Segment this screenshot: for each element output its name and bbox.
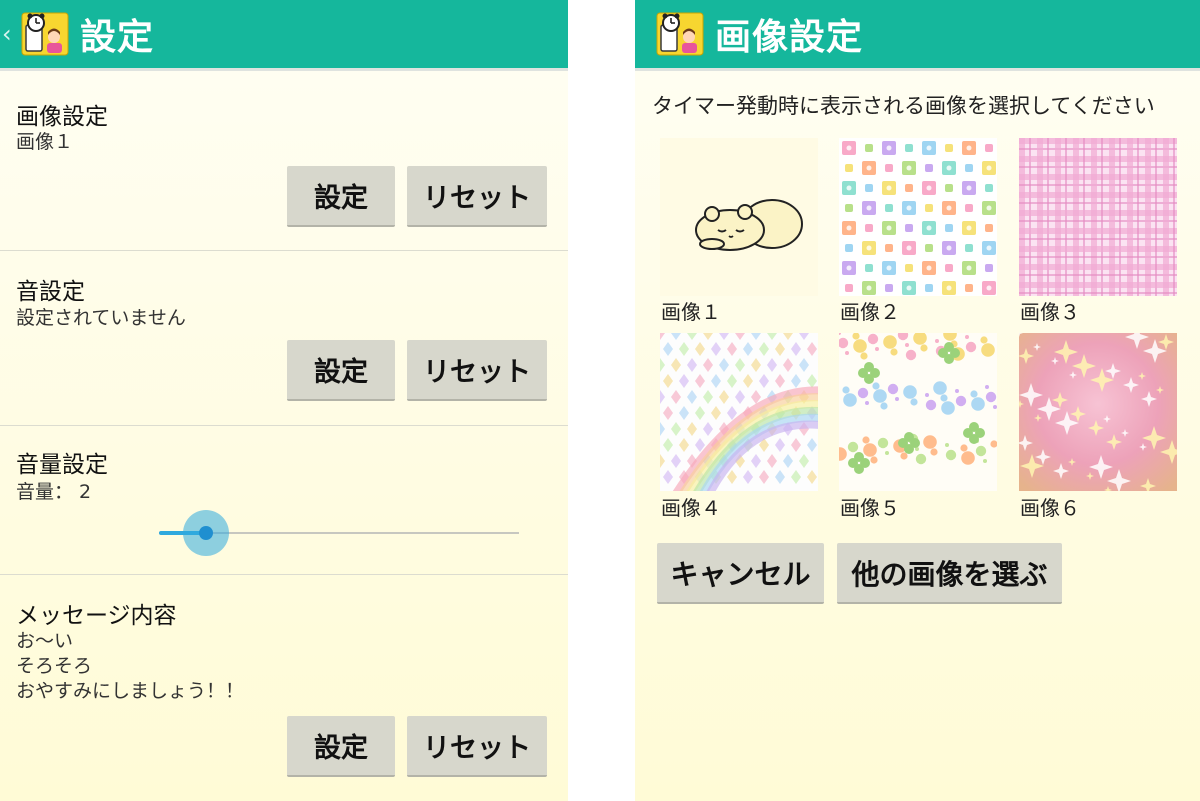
page-title: 設定 [80,17,155,58]
image-option-4[interactable] [660,333,818,491]
image-setting-section: 画像設定 画像１ 設定 リセット [0,71,568,251]
image-option-2[interactable] [839,138,997,296]
alarm-clock-app-icon[interactable] [655,11,705,57]
page-title: 画像設定 [715,17,864,58]
message-line-2: そろそろ [16,655,93,677]
alarm-clock-app-icon[interactable] [20,11,70,57]
settings-screen: ‹ 設定 画像設定 画像１ 設定 リセット 音設定 設定されていません 設定 リ… [0,0,568,801]
choose-other-image-button[interactable]: 他の画像を選ぶ [837,543,1062,604]
section-title: 音設定 [16,279,85,305]
dots-and-clovers-image [839,333,997,491]
image-label-5: 画像５ [840,496,900,520]
image-label-4: 画像４ [661,496,721,520]
slider-thumb[interactable] [198,526,213,540]
image-option-1[interactable] [660,138,818,296]
image-option-5[interactable] [839,333,997,491]
sound-reset-button[interactable]: リセット [407,340,547,401]
image-label-2: 画像２ [840,300,900,324]
sleeping-bear-image [660,138,818,296]
back-chevron-icon[interactable]: ‹ [2,20,16,48]
section-title: メッセージ内容 [16,603,177,629]
message-set-button[interactable]: 設定 [287,716,395,777]
pink-sparkle-image [1019,333,1177,491]
volume-setting-section: 音量設定 音量： 2 [0,426,568,575]
section-title: 音量設定 [16,452,108,478]
sound-setting-value: 設定されていません [16,307,186,329]
message-reset-button[interactable]: リセット [407,716,547,777]
image-reset-button[interactable]: リセット [407,166,547,227]
message-line-3: おやすみにしましょう！！ [16,680,245,702]
sound-set-button[interactable]: 設定 [287,340,395,401]
image-option-3[interactable] [1019,138,1177,296]
image-option-6[interactable] [1019,333,1177,491]
image-label-3: 画像３ [1020,300,1080,324]
image-label-1: 画像１ [661,300,721,324]
colorful-tiles-image [839,138,997,296]
sound-setting-section: 音設定 設定されていません 設定 リセット [0,251,568,426]
volume-value: 音量： 2 [16,481,92,503]
section-title: 画像設定 [16,104,108,130]
instruction-text: タイマー発動時に表示される画像を選択してください [652,94,1155,118]
image-settings-screen: 画像設定 タイマー発動時に表示される画像を選択してください 画像１ 画像２ 画像… [635,0,1200,801]
app-bar: ‹ 設定 [0,0,568,71]
image-label-6: 画像６ [1020,496,1080,520]
message-section: メッセージ内容 お～い そろそろ おやすみにしましょう！！ 設定 リセット [0,575,568,801]
image-setting-value: 画像１ [16,131,74,153]
cancel-button[interactable]: キャンセル [657,543,824,604]
pink-plaid-image [1019,138,1177,296]
message-line-1: お～い [16,630,74,652]
app-bar: 画像設定 [635,0,1200,71]
image-set-button[interactable]: 設定 [287,166,395,227]
rainbow-diamonds-image [660,333,818,491]
